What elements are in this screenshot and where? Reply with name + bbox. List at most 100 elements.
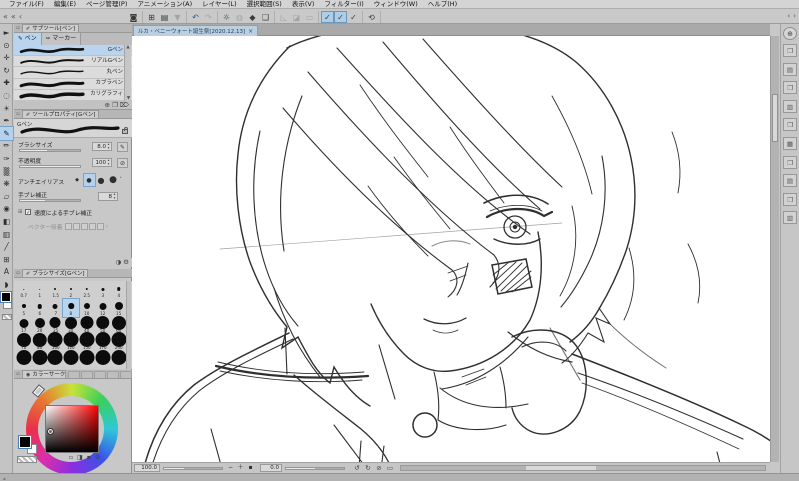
canvas-vertical-scrollbar[interactable] <box>770 36 779 462</box>
dock-panel-button-4[interactable]: ▥ <box>783 99 797 113</box>
lock-icon[interactable] <box>122 127 128 134</box>
brush-size-cell-row4col1[interactable] <box>32 349 48 369</box>
tool-zoom-icon[interactable]: ⊙ <box>0 39 13 52</box>
tool-rotate-view-icon[interactable]: ↻ <box>0 64 13 77</box>
inactive-palette-tab[interactable] <box>120 371 132 378</box>
undo-icon[interactable]: ↶ <box>189 11 202 23</box>
tool-eyedropper-icon[interactable]: ✒ <box>0 114 13 127</box>
inactive-palette-tab[interactable] <box>107 371 119 378</box>
brush-size-cell-10[interactable]: 10 <box>79 299 95 316</box>
overflow-chevron-icon[interactable]: « <box>3 12 8 21</box>
stabilize-spinner[interactable]: ▴ ▾ <box>112 192 117 201</box>
guide-icon[interactable]: ▭ <box>303 11 316 23</box>
vector-snap-chevron[interactable]: › <box>106 223 108 230</box>
document-tab[interactable]: ルカ・ベニーウォート誕生祭[2020.12.13] × <box>133 25 259 36</box>
opacity-spinner[interactable]: ▴ ▾ <box>106 158 111 167</box>
tool-pencil-icon[interactable]: ✏ <box>0 139 13 152</box>
invert-selection-icon[interactable]: ◆ <box>246 11 259 23</box>
main-color-swatch[interactable] <box>0 291 12 303</box>
tab-tool-property[interactable]: ✐ ツールプロパティ[Gペン] <box>22 110 100 118</box>
tab-brush-size[interactable]: ✐ ブラシサイズ[Gペン] <box>22 269 89 277</box>
subtool-scrollbar[interactable]: ▲ ▼ <box>124 45 131 101</box>
color-slider-icon[interactable]: ◨ <box>77 454 83 461</box>
zoom-value[interactable]: 100.0 <box>134 464 160 472</box>
sv-cursor[interactable] <box>47 428 54 435</box>
speed-stabilize-checkbox[interactable]: ✓ <box>25 209 32 216</box>
tool-auto-select-icon[interactable]: ☀ <box>0 102 13 115</box>
subtool-item-丸ペン[interactable]: 丸ペン <box>14 67 132 79</box>
rotate-reset-icon[interactable]: ⟲ <box>365 11 378 23</box>
selection-border-icon[interactable]: ❑ <box>259 11 272 23</box>
color-settings-icon[interactable]: ⚙ <box>95 454 100 461</box>
chevron-down-icon[interactable]: ˅ <box>120 177 123 183</box>
dock-panel-button-7[interactable]: ❒ <box>783 155 797 169</box>
overflow-chevron-icon[interactable]: ‹ <box>19 12 22 21</box>
rotation-value[interactable]: 0.0 <box>260 464 282 472</box>
brush-size-cell-12[interactable]: 12 <box>95 299 111 316</box>
reset-rotation-icon[interactable]: ⊘ <box>374 464 384 472</box>
tool-eraser-icon[interactable]: ▱ <box>0 190 13 203</box>
stabilize-slider[interactable] <box>19 199 81 202</box>
brush-size-cell-6[interactable]: 6 <box>32 299 48 316</box>
brush-size-dynamics-button[interactable]: ✎ <box>117 142 128 152</box>
scrollbar-thumb[interactable] <box>772 94 778 142</box>
subtool-item-Gペン[interactable]: Gペン <box>14 45 132 57</box>
zoom-slider[interactable] <box>163 466 223 470</box>
dock-panel-button-2[interactable]: ▤ <box>783 62 797 76</box>
brush-size-cell-8[interactable]: 8 <box>62 298 80 318</box>
tool-operation-icon[interactable]: ► <box>0 26 13 39</box>
brush-size-cell-20[interactable]: 20 <box>32 317 48 334</box>
subtool-item-リアルGペン[interactable]: リアルGペン <box>14 56 132 68</box>
canvas-horizontal-scrollbar[interactable] <box>400 465 766 471</box>
dock-scroll-chevrons[interactable]: ‹ › <box>787 10 796 22</box>
menu-item-3[interactable]: アニメーション(A) <box>132 0 197 9</box>
dock-panel-button-5[interactable]: ❒ <box>783 118 797 132</box>
saturation-value-square[interactable] <box>45 405 99 453</box>
brush-size-cell-row4col6[interactable] <box>111 349 127 369</box>
tool-decoration-icon[interactable]: ❋ <box>0 177 13 190</box>
save-icon[interactable]: ▼ <box>171 11 184 23</box>
subtool-item-カリグラフィ[interactable]: カリグラフィ <box>14 90 132 101</box>
opacity-dynamics-button[interactable]: ⊘ <box>117 158 128 168</box>
zoom-reset-button[interactable]: ▪ <box>246 464 255 472</box>
color-value-icon[interactable]: ▪ <box>87 454 91 461</box>
subtool-group-マーカー[interactable]: ✑ マーカー <box>41 33 82 45</box>
brush-size-cell-3[interactable]: 3 <box>95 282 111 299</box>
brush-size-slider[interactable] <box>19 149 81 152</box>
tool-text-icon[interactable]: A <box>0 265 13 278</box>
main-color-swatch[interactable] <box>18 435 32 449</box>
menu-item-2[interactable]: ページ管理(P) <box>81 0 132 9</box>
brush-size-cell-5[interactable]: 5 <box>16 299 32 316</box>
dock-panel-button-9[interactable]: ❒ <box>783 192 797 206</box>
snap-special-ruler-icon[interactable]: ✓ <box>334 10 347 23</box>
dock-chevron-icon[interactable]: › <box>793 12 796 20</box>
antialias-option-3[interactable]: ● <box>108 174 119 186</box>
inactive-palette-tab[interactable] <box>94 371 106 378</box>
opacity-slider[interactable] <box>19 165 81 168</box>
rotation-slider[interactable] <box>285 466 345 470</box>
brush-size-cell-1[interactable]: 1 <box>32 282 48 299</box>
subtool-group-ペン[interactable]: ✎ ペン <box>14 33 42 45</box>
deselect-icon[interactable]: ☼ <box>220 11 233 23</box>
snap-ruler-icon[interactable]: ✓ <box>321 10 334 23</box>
toggle-view-icon[interactable]: ◑ <box>116 258 122 267</box>
panel-menu-icon[interactable]: ▫ <box>14 370 22 378</box>
panel-menu-icon[interactable]: ▫ <box>14 110 22 118</box>
inactive-palette-tab[interactable] <box>81 371 93 378</box>
command-bar-overflow[interactable]: ««‹ <box>0 12 30 21</box>
zoom-in-button[interactable]: ＋ <box>236 464 245 472</box>
reselect-icon[interactable]: ◍ <box>233 11 246 23</box>
dock-panel-button-1[interactable]: ❒ <box>783 44 797 57</box>
tool-figure-icon[interactable]: ╱ <box>0 240 13 253</box>
delete-subtool-icon[interactable]: ⌦ <box>120 101 129 110</box>
transparent-color-swatch[interactable] <box>2 314 12 320</box>
tool-move-layer-icon[interactable]: ✚ <box>0 76 13 89</box>
tool-blend-icon[interactable]: ◉ <box>0 202 13 215</box>
special-ruler-icon[interactable]: ◪ <box>290 11 303 23</box>
tool-airbrush-icon[interactable]: ▒ <box>0 165 13 178</box>
brush-size-scrollbar[interactable] <box>126 281 131 369</box>
menu-item-1[interactable]: 編集(E) <box>49 0 81 9</box>
menu-item-6[interactable]: 表示(V) <box>287 0 320 9</box>
rotate-ccw-icon[interactable]: ↺ <box>352 464 362 472</box>
scrollbar-thumb[interactable] <box>526 466 596 470</box>
